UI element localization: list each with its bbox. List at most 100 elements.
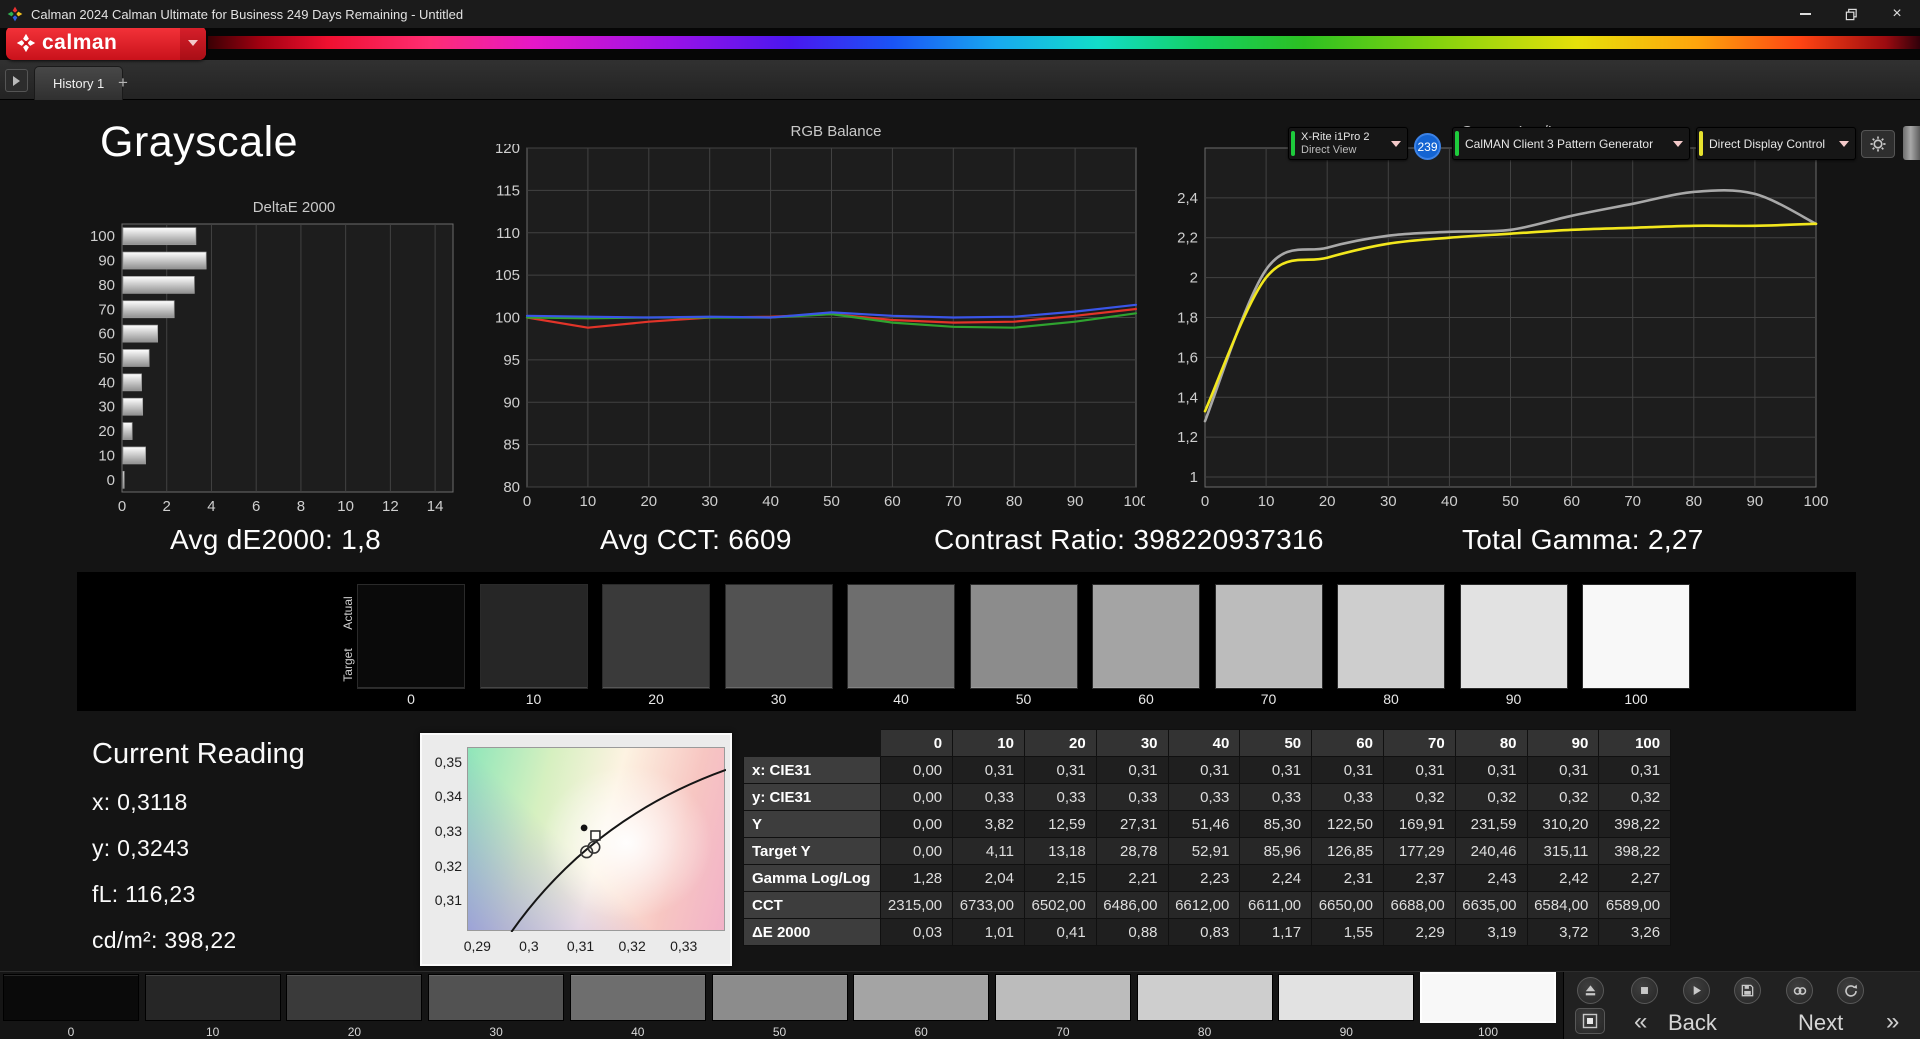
stop-icon	[1641, 987, 1648, 994]
next-arrows-icon[interactable]: »	[1886, 1008, 1899, 1036]
current-reading-title: Current Reading	[92, 738, 305, 770]
pattern-patch-button-10[interactable]	[144, 974, 281, 1021]
meter-select[interactable]: X-Rite i1Pro 2 Direct View	[1288, 127, 1408, 160]
deltae-bar	[122, 324, 159, 343]
calman-menu-caret[interactable]	[180, 26, 206, 60]
back-button[interactable]: Back	[1668, 1010, 1717, 1036]
table-cell: 6650,00	[1311, 891, 1384, 919]
table-cell: 1,55	[1311, 918, 1384, 946]
pattern-window-button[interactable]	[1575, 1008, 1605, 1034]
cie-x-tick-label: 0,3	[519, 938, 539, 954]
table-cell: 85,30	[1239, 810, 1313, 838]
pattern-generator-select[interactable]: CalMAN Client 3 Pattern Generator	[1452, 127, 1690, 160]
panel-handle-button[interactable]	[1903, 126, 1920, 160]
link-button[interactable]	[1786, 977, 1813, 1004]
table-header-cell: 60	[1311, 729, 1384, 757]
table-cell: 6611,00	[1239, 891, 1313, 919]
pattern-patch-button-60[interactable]	[853, 974, 990, 1021]
table-cell: 6688,00	[1382, 891, 1456, 919]
pattern-patch-button-80[interactable]	[1136, 974, 1273, 1021]
display-control-select[interactable]: Direct Display Control	[1696, 127, 1856, 160]
axis-tick-label: 30	[1380, 493, 1397, 510]
table-cell: 27,31	[1095, 810, 1169, 838]
swatch-level-label: 80	[1383, 691, 1399, 707]
table-cell: 0,31	[1454, 756, 1528, 784]
table-cell: 51,46	[1167, 810, 1241, 838]
pattern-patch-button-20[interactable]	[286, 974, 423, 1021]
avg-cct-stat: Avg CCT: 6609	[600, 524, 792, 555]
table-cell: 0,31	[1382, 756, 1456, 784]
meter-status-badge[interactable]: 239	[1414, 133, 1441, 160]
pattern-patch-button-30[interactable]	[428, 974, 565, 1021]
deltae-2000-chart: DeltaE 2000 0 2 4 6 8 10 12 14 100 90 80 70 60 50 40 30…	[76, 198, 466, 528]
swatch-level-label: 70	[1260, 691, 1277, 707]
play-button[interactable]	[1683, 977, 1710, 1004]
table-header-cell: 100	[1598, 729, 1672, 757]
grayscale-swatch-10	[479, 584, 588, 689]
target-row-label: Target	[341, 648, 355, 682]
pattern-patch-button-90[interactable]	[1278, 974, 1415, 1021]
axis-tick-label: 70	[945, 493, 962, 510]
axis-tick-label: 10	[337, 498, 354, 515]
refresh-button[interactable]	[1837, 977, 1864, 1004]
table-header-cell: 0	[880, 729, 954, 757]
avg-de2000-stat: Avg dE2000: 1,8	[170, 524, 382, 555]
current-reading-y: y: 0,3243	[92, 835, 190, 861]
pattern-patch-button-50[interactable]	[711, 974, 848, 1021]
swatch-level-label: 60	[1138, 691, 1154, 707]
deltae-bar	[122, 300, 175, 319]
axis-tick-label: 95	[503, 352, 520, 369]
table-header-cell: 80	[1454, 729, 1528, 757]
axis-tick-label: 50	[823, 493, 840, 510]
table-cell: 6612,00	[1167, 891, 1241, 919]
table-cell: 2,37	[1382, 864, 1456, 892]
contrast-ratio-stat: Contrast Ratio: 398220937316	[934, 524, 1324, 555]
grayscale-swatch-0	[357, 584, 465, 689]
table-row: y: CIE31 0,00 0,33 0,33 0,33 0,33 0,33 0,33 0,32…	[742, 783, 1672, 811]
swatch-level-label: 10	[525, 691, 542, 707]
add-tab-button[interactable]: +	[112, 72, 134, 94]
tab-label: History 1	[53, 76, 105, 91]
tab-history-1[interactable]: History 1	[34, 66, 124, 100]
table-cell: 0,31	[1598, 756, 1672, 784]
maximize-button[interactable]	[1828, 0, 1874, 28]
table-cell: 0,00	[880, 810, 954, 838]
next-button[interactable]: Next	[1798, 1010, 1843, 1036]
table-cell: 6502,00	[1023, 891, 1097, 919]
gamma-loglog-chart: Gamma Log/Log 11,21,41,61,822,22,4010203…	[1163, 122, 1829, 522]
table-cell: 0,00	[880, 783, 954, 811]
pattern-patch-button-70[interactable]	[994, 974, 1131, 1021]
table-header-cell: 90	[1526, 729, 1600, 757]
axis-tick-label: 60	[884, 493, 901, 510]
back-arrows-icon[interactable]: «	[1634, 1008, 1647, 1036]
tab-scroll-button[interactable]	[5, 69, 28, 92]
close-button[interactable]: ×	[1874, 0, 1920, 28]
calman-menu-button[interactable]: calman	[6, 26, 206, 60]
pattern-patch-button-40[interactable]	[569, 974, 706, 1021]
table-cell: 0,00	[880, 837, 954, 865]
axis-tick-label: 80	[503, 479, 520, 496]
stop-button[interactable]	[1631, 977, 1658, 1004]
axis-tick-label: 90	[503, 394, 520, 411]
axis-tick-label: 40	[1441, 493, 1458, 510]
swatch-level-label: 40	[893, 691, 909, 707]
window-controls: ×	[1782, 0, 1920, 28]
table-cell: 1,28	[880, 864, 954, 892]
pattern-patch-label: 30	[489, 1025, 503, 1039]
grayscale-swatch-70	[1214, 584, 1323, 689]
pattern-patch-button-0[interactable]	[3, 974, 139, 1021]
eject-button[interactable]	[1577, 977, 1604, 1004]
axis-tick-label: 30	[98, 399, 115, 416]
save-button[interactable]	[1734, 977, 1761, 1004]
table-cell: 310,20	[1526, 810, 1600, 838]
deltae-bar	[122, 446, 146, 465]
minimize-button[interactable]	[1782, 0, 1828, 28]
axis-tick-label: 4	[207, 498, 215, 515]
calman-logo-text: calman	[42, 31, 118, 54]
table-row: ΔE 2000 0,03 1,01 0,41 0,88 0,83 1,17 1,55 2,29 3…	[742, 918, 1672, 946]
table-cell: 0,31	[952, 756, 1025, 784]
settings-button[interactable]	[1861, 130, 1895, 158]
pattern-patch-label: 40	[631, 1025, 645, 1039]
pattern-window-icon	[1582, 1013, 1598, 1029]
pattern-patch-button-100[interactable]	[1420, 972, 1556, 1023]
